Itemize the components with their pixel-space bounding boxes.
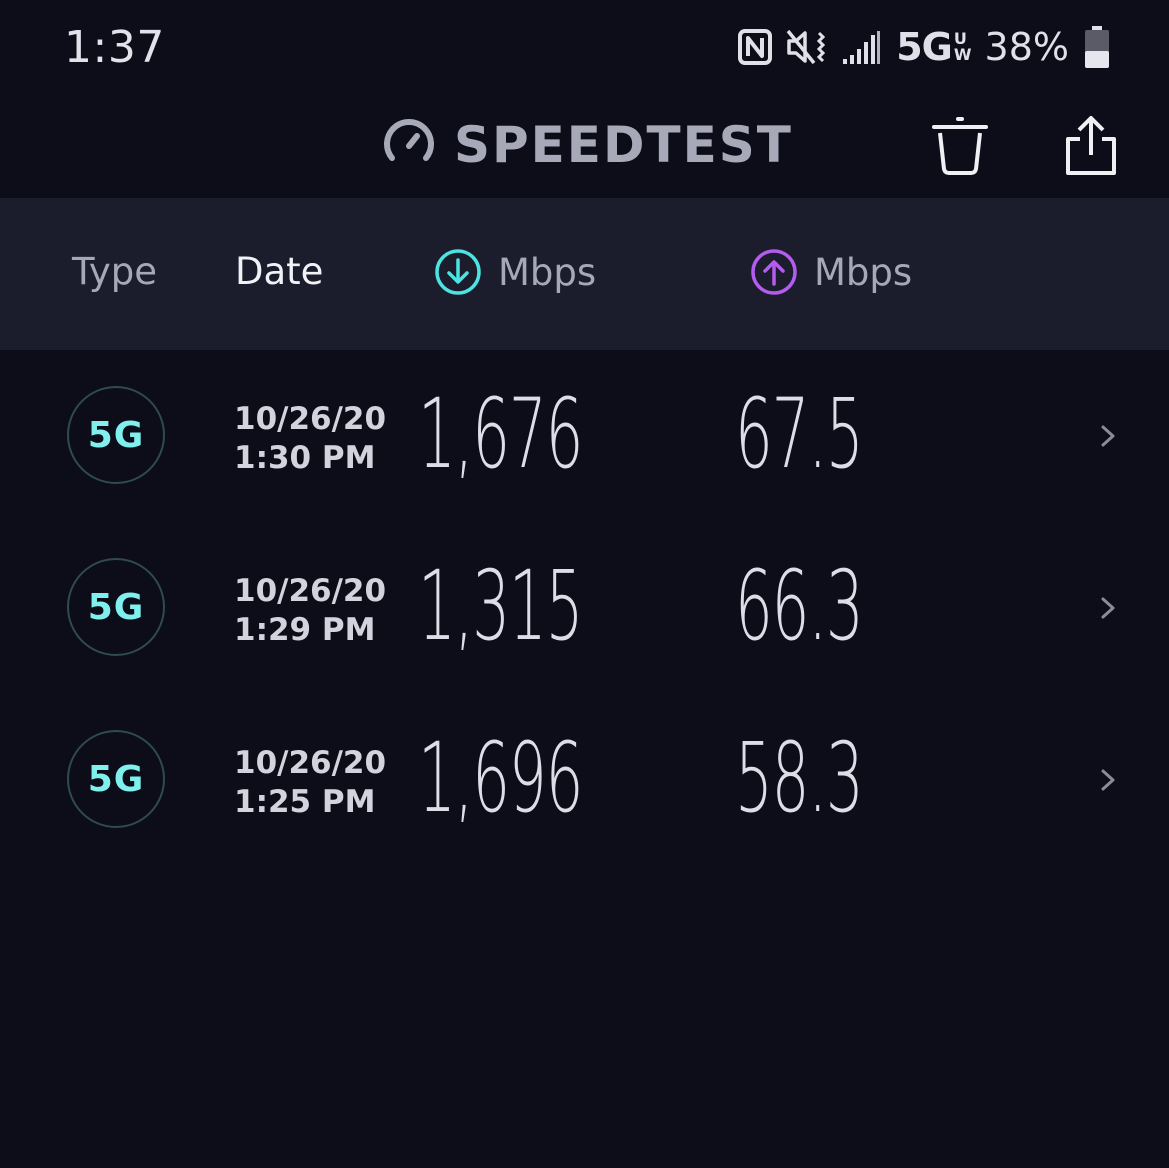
battery-icon [1083,25,1111,69]
upload-icon [751,249,797,295]
status-time: 1:37 [64,22,165,73]
connection-type-badge: 5G [67,386,165,484]
network-type: 5G U W [896,25,972,69]
result-datetime: 10/26/20 1:25 PM [234,744,386,822]
upload-speed: 58.3 [735,722,864,834]
app-bar: SPEEDTEST [0,95,1169,198]
app-brand: SPEEDTEST [382,115,793,175]
download-unit-label: Mbps [498,250,597,294]
app-title: SPEEDTEST [454,116,793,174]
result-date: 10/26/20 [234,573,387,609]
result-time: 1:29 PM [234,612,376,648]
result-time: 1:30 PM [234,440,376,476]
connection-type-badge: 5G [67,558,165,656]
delete-results-button[interactable] [928,115,992,179]
sort-by-upload[interactable]: Mbps [750,248,912,296]
result-row[interactable]: 5G 10/26/20 1:29 PM 1,315 66.3 [0,522,1169,694]
download-speed: 1,315 [418,550,583,662]
network-suffix: U W [953,31,972,64]
chevron-right-icon [1101,769,1115,791]
result-row[interactable]: 5G 10/26/20 1:30 PM 1,676 67.5 [0,350,1169,522]
connection-type-badge: 5G [67,730,165,828]
chevron-right-icon [1101,597,1115,619]
nfc-icon [738,29,773,65]
result-datetime: 10/26/20 1:30 PM [234,400,386,478]
share-icon [1066,116,1116,175]
result-datetime: 10/26/20 1:29 PM [234,572,386,650]
trash-icon [932,117,988,175]
status-icons: 5G U W 38% [738,24,1111,70]
share-button[interactable] [1058,113,1122,177]
sort-by-download[interactable]: Mbps [434,248,596,296]
download-speed: 1,696 [418,722,583,834]
result-date: 10/26/20 [234,745,387,781]
chevron-right-icon [1101,425,1115,447]
vibrate-icon [786,29,828,65]
network-suffix-bottom: W [953,45,972,64]
upload-unit-label: Mbps [814,250,913,294]
sort-by-type[interactable]: Type [72,250,157,293]
result-time: 1:25 PM [234,784,376,820]
results-header: Type Date Mbps Mbps [0,198,1169,350]
speedtest-results-screen: 1:37 5G U W 38% SPEEDTEST Type Date Mbps… [0,0,1169,1168]
results-list: 5G 10/26/20 1:30 PM 1,676 67.5 5G 10/26/… [0,350,1169,866]
battery-percent: 38% [984,25,1069,69]
signal-icon [842,29,882,65]
upload-speed: 67.5 [735,378,864,490]
upload-speed: 66.3 [735,550,864,662]
download-speed: 1,676 [418,378,583,490]
status-bar: 1:37 5G U W 38% [0,0,1169,95]
download-icon [435,249,481,295]
result-date: 10/26/20 [234,401,387,437]
speedometer-icon [382,116,436,174]
result-row[interactable]: 5G 10/26/20 1:25 PM 1,696 58.3 [0,694,1169,866]
sort-by-date[interactable]: Date [235,250,323,293]
network-label: 5G [896,25,953,69]
